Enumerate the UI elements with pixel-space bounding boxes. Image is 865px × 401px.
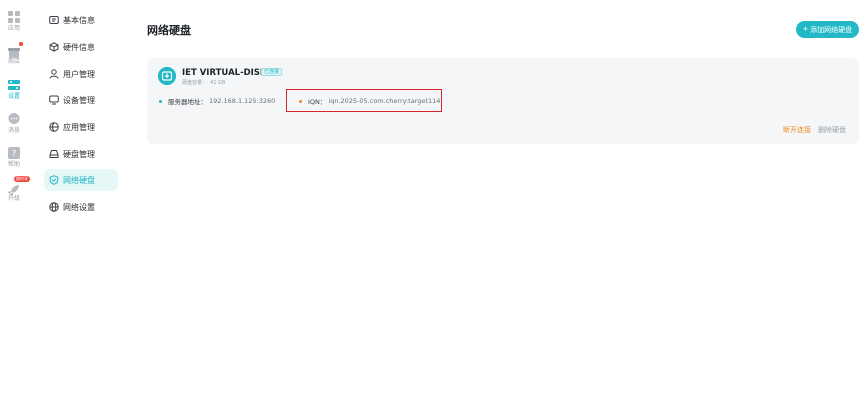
disconnect-button[interactable]: 断开连接 <box>783 125 811 135</box>
server-address-field: 服务器地址： 192.168.1.125:3260 <box>159 96 275 106</box>
rail-label-store: 商店 <box>7 58 20 65</box>
sidebar-item-label: 网络硬盘 <box>63 175 95 185</box>
rail-item-upgrade[interactable]: 限时享 升级 <box>0 176 30 202</box>
status-badge: 已连接 <box>261 68 283 76</box>
sidebar-item-label: 硬件信息 <box>63 42 95 52</box>
sidebar-item-devices[interactable]: 设备管理 <box>44 89 118 111</box>
plus-icon: + <box>802 24 809 34</box>
rail-label-upgrade: 升级 <box>7 195 20 202</box>
app-rail: 应用 商店 设置 消息 ? 帮助 限时享 升级 <box>0 0 30 401</box>
store-icon <box>8 48 20 58</box>
settings-icon <box>8 80 20 90</box>
disk-capacity-label: 硬盘容量： <box>182 80 208 86</box>
apps-icon <box>49 122 59 132</box>
rail-item-settings[interactable]: 设置 <box>0 79 28 100</box>
notification-dot <box>19 42 23 46</box>
user-icon <box>49 69 59 79</box>
network-disk-icon <box>158 67 176 85</box>
delete-disk-button[interactable]: 删除硬盘 <box>818 125 846 135</box>
disk-capacity-value: 41 GB <box>210 80 226 86</box>
iqn-highlight-box <box>286 89 442 112</box>
rail-item-help[interactable]: ? 帮助 <box>0 147 28 168</box>
disk-capacity: 硬盘容量： 41 GB <box>182 79 225 86</box>
rail-item-messages[interactable]: 消息 <box>0 113 28 134</box>
network-disk-card: IET VIRTUAL-DISK 已连接 硬盘容量： 41 GB 服务器地址： 1… <box>147 58 859 144</box>
add-network-disk-label: 添加网络硬盘 <box>810 26 853 34</box>
sidebar-item-network-settings[interactable]: 网络设置 <box>44 196 118 218</box>
disk-icon <box>49 150 59 158</box>
server-dot-icon <box>159 99 162 103</box>
rocket-icon-wrap: 限时享 <box>8 176 30 196</box>
rocket-icon <box>8 185 19 196</box>
sidebar-item-users[interactable]: 用户管理 <box>44 63 118 85</box>
grid-icon <box>8 11 20 23</box>
server-address-label: 服务器地址： <box>168 98 207 106</box>
rail-label-help: 帮助 <box>7 161 20 168</box>
rail-item-store[interactable]: 商店 <box>0 42 28 65</box>
sidebar-item-basic-info[interactable]: 基本信息 <box>44 9 118 31</box>
disk-name: IET VIRTUAL-DISK <box>182 68 267 78</box>
store-icon-wrap <box>8 42 23 58</box>
server-address-value: 192.168.1.125:3260 <box>209 97 276 105</box>
sidebar-item-label: 应用管理 <box>63 122 95 132</box>
help-icon: ? <box>8 147 20 159</box>
sidebar-item-label: 基本信息 <box>63 15 95 25</box>
rail-label-apps: 应用 <box>7 25 20 32</box>
globe-icon <box>49 202 59 212</box>
shield-icon <box>49 175 59 185</box>
rail-label-settings: 设置 <box>7 93 20 100</box>
sidebar-item-apps[interactable]: 应用管理 <box>44 116 118 138</box>
settings-sidebar: 基本信息 硬件信息 用户管理 设备管理 应用管理 硬盘管理 网络硬盘 网络设置 <box>44 0 120 401</box>
add-network-disk-button[interactable]: + 添加网络硬盘 <box>796 21 859 38</box>
svg-text:?: ? <box>12 150 17 160</box>
chat-icon <box>8 113 20 124</box>
sidebar-item-hardware[interactable]: 硬件信息 <box>44 36 118 58</box>
page-title: 网络硬盘 <box>147 24 191 37</box>
sidebar-item-label: 网络设置 <box>63 202 95 212</box>
sidebar-item-disks[interactable]: 硬盘管理 <box>44 143 118 165</box>
rail-label-messages: 消息 <box>7 127 20 134</box>
info-icon <box>49 16 59 24</box>
app-window: 应用 商店 设置 消息 ? 帮助 限时享 升级 基本信息 硬件信息 用户管理 设… <box>0 0 865 401</box>
sidebar-item-network-disk[interactable]: 网络硬盘 <box>44 169 118 191</box>
sidebar-item-label: 用户管理 <box>63 69 95 79</box>
sidebar-item-label: 设备管理 <box>63 95 95 105</box>
monitor-icon <box>49 95 59 105</box>
rail-item-apps[interactable]: 应用 <box>0 11 28 32</box>
chip-icon <box>49 42 59 52</box>
promo-badge: 限时享 <box>14 176 30 182</box>
sidebar-item-label: 硬盘管理 <box>63 149 95 159</box>
